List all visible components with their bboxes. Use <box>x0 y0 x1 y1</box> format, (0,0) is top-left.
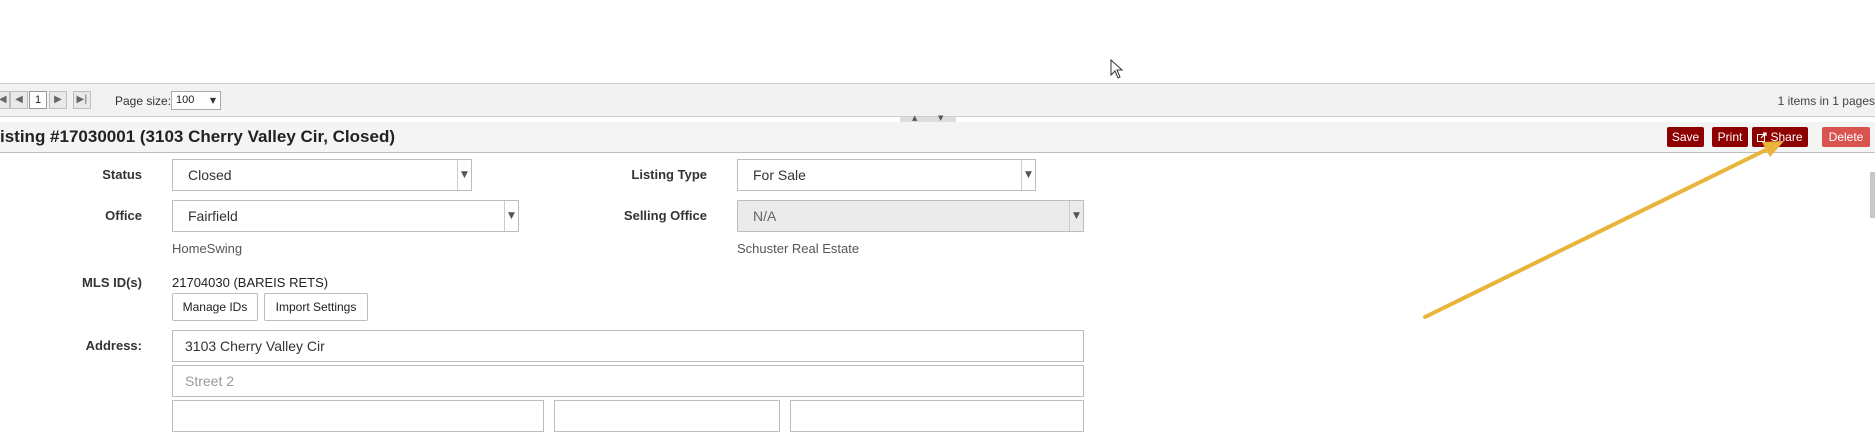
status-value: Closed <box>188 167 232 183</box>
office-label: Office <box>105 208 142 223</box>
office-hint: HomeSwing <box>172 241 243 256</box>
listing-title-bar: isting #17030001 (3103 Cherry Valley Cir… <box>0 122 1875 153</box>
listing-type-value: For Sale <box>753 167 806 183</box>
selling-office-hint: Schuster Real Estate <box>737 241 860 256</box>
import-settings-button[interactable]: Import Settings <box>264 293 368 321</box>
address-label: Address: <box>85 338 142 353</box>
state-input[interactable] <box>554 400 780 432</box>
save-button[interactable]: Save <box>1667 127 1704 147</box>
office-value: Fairfield <box>188 208 238 224</box>
delete-button[interactable]: Delete <box>1822 127 1870 147</box>
mls-ids-label: MLS ID(s) <box>82 275 142 290</box>
share-button[interactable]: Share <box>1752 127 1808 147</box>
page-size-label: Page size: <box>115 94 172 108</box>
status-label: Status <box>102 167 142 182</box>
collapse-down-icon[interactable]: ▼ <box>938 114 943 122</box>
collapse-up-icon[interactable]: ▲ <box>912 114 917 122</box>
mls-ids-value: 21704030 (BAREIS RETS) <box>172 275 329 290</box>
top-blank-area <box>0 0 1875 83</box>
items-info: 1 items in 1 pages <box>1777 94 1875 108</box>
address-line1-input[interactable]: 3103 Cherry Valley Cir <box>172 330 1084 362</box>
office-select[interactable]: Fairfield ▼ <box>172 200 519 232</box>
zip-input[interactable] <box>790 400 1084 432</box>
next-page-icon[interactable]: ▶ <box>49 91 67 109</box>
address-line2-input[interactable]: Street 2 <box>172 365 1084 397</box>
listing-form: Status Closed ▼ Listing Type For Sale ▼ … <box>0 153 1875 432</box>
chevron-down-icon: ▼ <box>1069 201 1083 231</box>
chevron-down-icon: ▼ <box>504 201 518 231</box>
last-page-icon[interactable]: ▶| <box>73 91 91 109</box>
chevron-down-icon: ▼ <box>209 96 216 105</box>
listing-type-label: Listing Type <box>631 167 707 182</box>
listing-type-select[interactable]: For Sale ▼ <box>737 159 1036 191</box>
page-size-select[interactable]: 100 ▼ <box>171 91 221 110</box>
city-input[interactable] <box>172 400 544 432</box>
chevron-down-icon: ▼ <box>457 160 471 190</box>
selling-office-value: N/A <box>753 208 777 224</box>
scrollbar-thumb[interactable] <box>1870 172 1875 218</box>
manage-ids-button[interactable]: Manage IDs <box>172 293 258 321</box>
current-page-input[interactable]: 1 <box>29 91 47 109</box>
mouse-cursor-icon <box>1110 59 1124 79</box>
first-page-icon[interactable]: |◀ <box>0 91 10 109</box>
prev-page-icon[interactable]: ◀ <box>10 91 28 109</box>
share-button-label: Share <box>1770 130 1803 144</box>
selling-office-label: Selling Office <box>623 208 707 223</box>
share-icon <box>1757 132 1768 142</box>
page-size-value: 100 <box>176 94 195 106</box>
print-button[interactable]: Print <box>1712 127 1748 147</box>
grid-pager: |◀ ◀ 1 ▶ ▶| Page size: 100 ▼ 1 items in … <box>0 83 1875 117</box>
chevron-down-icon: ▼ <box>1021 160 1035 190</box>
status-select[interactable]: Closed ▼ <box>172 159 472 191</box>
page-title: isting #17030001 (3103 Cherry Valley Cir… <box>0 127 395 146</box>
selling-office-select: N/A ▼ <box>737 200 1084 232</box>
